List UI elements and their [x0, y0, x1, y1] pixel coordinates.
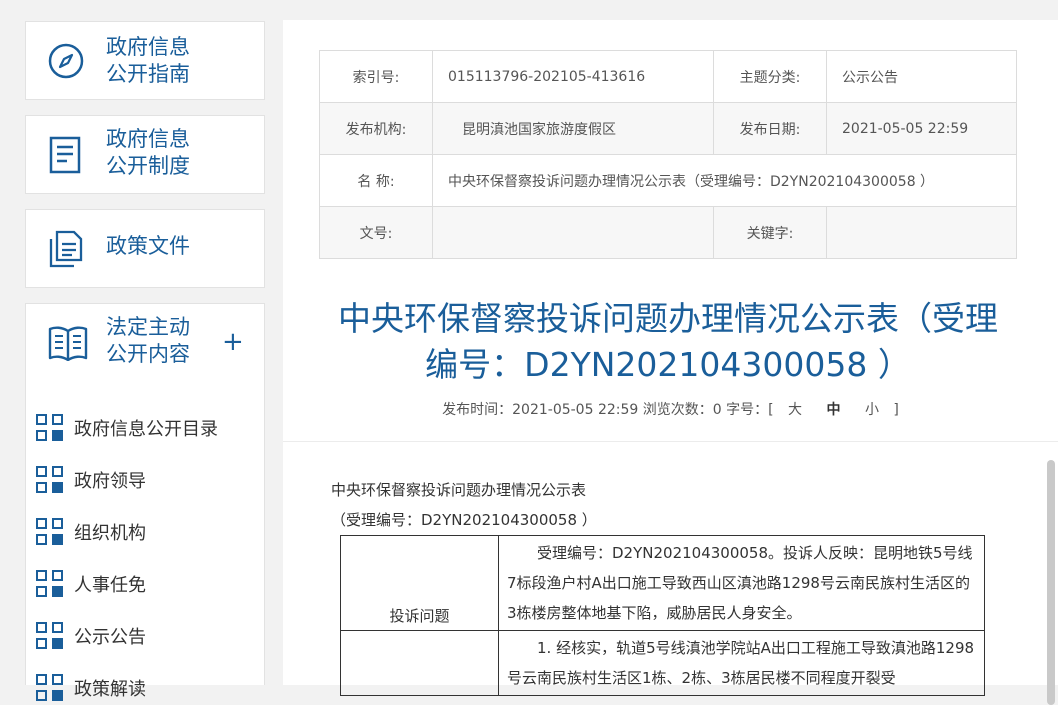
meta-table: 索引号: 015113796-202105-413616 主题分类: 公示公告 … [319, 50, 1017, 259]
document-icon [48, 136, 82, 174]
row-header: 投诉问题 [340, 535, 499, 631]
meta-row: 发布机构: 昆明滇池国家旅游度假区 发布日期: 2021-05-05 22:59 [319, 102, 1017, 155]
meta-value: 2021-05-05 22:59 [826, 102, 1017, 155]
meta-key: 名 称: [319, 154, 433, 207]
body-line: （受理编号：D2YN202104300058 ） [331, 511, 597, 529]
subnav-label: 公示公告 [74, 627, 146, 648]
font-size-small-link[interactable]: 小 [865, 402, 879, 418]
row-header [340, 630, 499, 696]
meta-value [826, 206, 1017, 259]
subnav-label: 政府领导 [74, 471, 146, 492]
files-icon [48, 230, 84, 268]
grid-icon [36, 674, 64, 702]
open-book-icon [48, 325, 88, 361]
meta-key: 发布机构: [319, 102, 433, 155]
meta-row: 文号: 关键字: [319, 206, 1017, 259]
compass-icon [48, 43, 84, 79]
nav-box-system[interactable]: 政府信息 公开制度 [25, 115, 265, 194]
nav-box-label: 政府信息 公开指南 [106, 35, 190, 86]
meta-value: 015113796-202105-413616 [432, 50, 714, 103]
row-text: 1. 经核实，轨道5号线滇池学院站A出口工程施工导致滇池路1298号云南民族村生… [498, 630, 985, 696]
subnav-item-organization[interactable]: 组织机构 [36, 517, 146, 547]
table-row: 1. 经核实，轨道5号线滇池学院站A出口工程施工导致滇池路1298号云南民族村生… [340, 630, 985, 696]
expand-plus-icon[interactable]: + [222, 329, 244, 355]
font-size-medium-link[interactable]: 中 [826, 402, 840, 418]
subnav-label: 人事任免 [74, 575, 146, 596]
grid-icon [36, 466, 64, 494]
main-content: 索引号: 015113796-202105-413616 主题分类: 公示公告 … [283, 20, 1058, 705]
meta-key: 关键字: [713, 206, 827, 259]
nav-box-label: 法定主动 公开内容 [106, 315, 190, 366]
grid-icon [36, 570, 64, 598]
sub-navigation: 政府信息公开目录 政府领导 组织机构 人事任免 公示公告 政策解读 [25, 381, 265, 701]
nav-box-label: 政策文件 [106, 234, 190, 258]
nav-box-guide[interactable]: 政府信息 公开指南 [25, 21, 265, 100]
meta-key: 主题分类: [713, 50, 827, 103]
divider [283, 441, 1058, 442]
grid-icon [36, 622, 64, 650]
subnav-item-personnel[interactable]: 人事任免 [36, 569, 146, 599]
body-line: 中央环保督察投诉问题办理情况公示表 [331, 481, 587, 499]
meta-value: 昆明滇池国家旅游度假区 [432, 102, 714, 155]
row-text: 受理编号：D2YN202104300058。投诉人反映：昆明地铁5号线7标段渔户… [498, 535, 985, 631]
grid-icon [36, 414, 64, 442]
nav-box-policy[interactable]: 政策文件 [25, 209, 265, 288]
meta-key: 发布日期: [713, 102, 827, 155]
table-row: 投诉问题 受理编号：D2YN202104300058。投诉人反映：昆明地铁5号线… [340, 535, 985, 631]
subnav-item-catalog[interactable]: 政府信息公开目录 [36, 413, 218, 443]
meta-row: 索引号: 015113796-202105-413616 主题分类: 公示公告 [319, 50, 1017, 103]
nav-box-statutory[interactable]: 法定主动 公开内容 + [25, 303, 265, 382]
meta-value [432, 206, 714, 259]
publish-meta: 发布时间：2021-05-05 22:59 浏览次数：0 字号：[ [442, 402, 774, 418]
content-table: 投诉问题 受理编号：D2YN202104300058。投诉人反映：昆明地铁5号线… [340, 535, 985, 696]
subnav-item-leaders[interactable]: 政府领导 [36, 465, 146, 495]
meta-value: 中央环保督察投诉问题办理情况公示表（受理编号：D2YN202104300058 … [432, 154, 1017, 207]
subnav-label: 政策解读 [74, 679, 146, 700]
bracket-close: ] [893, 402, 899, 418]
publish-info: 发布时间：2021-05-05 22:59 浏览次数：0 字号：[ 大 中 小 … [283, 399, 1058, 419]
article-title: 中央环保督察投诉问题办理情况公示表（受理编号：D2YN202104300058 … [338, 299, 998, 384]
meta-row: 名 称: 中央环保督察投诉问题办理情况公示表（受理编号：D2YN20210430… [319, 154, 1017, 207]
subnav-label: 政府信息公开目录 [74, 419, 218, 440]
subnav-label: 组织机构 [74, 523, 146, 544]
nav-box-label: 政府信息 公开制度 [106, 127, 190, 178]
font-size-large-link[interactable]: 大 [788, 402, 802, 418]
subnav-item-interpretation[interactable]: 政策解读 [36, 673, 146, 703]
meta-key: 索引号: [319, 50, 433, 103]
scrollbar[interactable] [1047, 460, 1055, 705]
grid-icon [36, 518, 64, 546]
subnav-item-announcements[interactable]: 公示公告 [36, 621, 146, 651]
meta-key: 文号: [319, 206, 433, 259]
meta-value: 公示公告 [826, 50, 1017, 103]
